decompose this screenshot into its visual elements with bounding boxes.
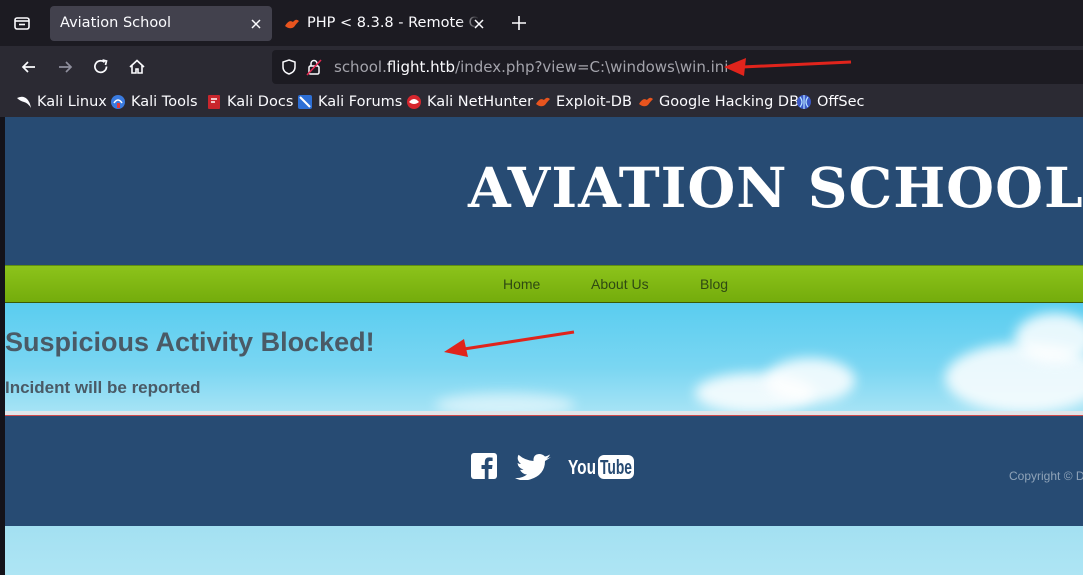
bookmark-label: Kali Linux <box>37 94 107 110</box>
forward-arrow-icon[interactable] <box>55 57 75 77</box>
page-background <box>5 526 1083 575</box>
kali-tools-icon <box>110 94 126 110</box>
home-icon[interactable] <box>127 57 147 77</box>
bookmark-kali-docs[interactable]: Kali Docs <box>206 92 293 112</box>
kali-docs-icon <box>206 94 222 110</box>
shield-icon[interactable] <box>280 58 298 76</box>
bookmark-google-hacking-db[interactable]: Google Hacking DB <box>638 92 799 112</box>
plus-icon[interactable] <box>510 14 528 32</box>
bookmark-exploit-db[interactable]: Exploit-DB <box>535 92 632 112</box>
bookmark-offsec[interactable]: OffSec <box>796 92 865 112</box>
tab-bar: Aviation School PHP < 8.3.8 - Remote Cod… <box>0 0 1083 46</box>
ghdb-icon <box>638 94 654 110</box>
bookmark-label: Exploit-DB <box>556 94 632 110</box>
alert-title: Suspicious Activity Blocked! <box>5 327 375 357</box>
bookmarks-toolbar: Kali Linux Kali Tools Kali Docs Kali For… <box>0 88 1083 117</box>
cloud-decoration <box>765 358 855 403</box>
tab-php-exploit[interactable]: PHP < 8.3.8 - Remote Code <box>276 6 490 41</box>
bookmark-kali-tools[interactable]: Kali Tools <box>110 92 198 112</box>
site-nav: Home About Us Blog <box>5 265 1083 303</box>
cloud-decoration <box>435 393 575 411</box>
bookmark-label: Kali NetHunter <box>427 94 534 110</box>
bookmark-kali-linux[interactable]: Kali Linux <box>16 92 107 112</box>
svg-text:You: You <box>568 457 596 479</box>
bookmark-label: Kali Forums <box>318 94 403 110</box>
site-header: AVIATION SCHOOL <box>5 117 1083 265</box>
twitter-icon[interactable] <box>515 454 553 484</box>
reload-icon[interactable] <box>91 57 111 77</box>
url-bar[interactable]: school.flight.htb/index.php?view=C:\wind… <box>272 50 1083 84</box>
tab-list-icon[interactable] <box>12 13 32 33</box>
site-footer: You Tube Copyright © D <box>5 416 1083 526</box>
bookmark-kali-nethunter[interactable]: Kali NetHunter <box>406 92 533 112</box>
tab-title: PHP < 8.3.8 - Remote Code <box>307 15 479 31</box>
copyright-text: Copyright © D <box>1009 469 1083 483</box>
nethunter-icon <box>406 94 422 110</box>
youtube-icon[interactable]: You Tube <box>568 452 640 486</box>
nav-link-blog[interactable]: Blog <box>700 276 728 292</box>
kali-forums-icon <box>297 94 313 110</box>
url-path: /index.php?view=C:\windows\win.ini <box>455 58 729 76</box>
url-domain: flight.htb <box>386 58 456 76</box>
navigation-toolbar: school.flight.htb/index.php?view=C:\wind… <box>0 46 1083 88</box>
url-subdomain: school. <box>334 58 387 76</box>
offsec-icon <box>796 94 812 110</box>
bookmark-label: Kali Tools <box>131 94 198 110</box>
kali-dragon-icon <box>16 94 32 110</box>
back-arrow-icon[interactable] <box>19 57 39 77</box>
bookmark-label: OffSec <box>817 94 865 110</box>
close-icon[interactable] <box>249 16 263 30</box>
svg-text:Tube: Tube <box>600 457 632 479</box>
close-icon[interactable] <box>472 16 486 30</box>
annotation-arrow-url <box>724 58 852 76</box>
bookmark-label: Kali Docs <box>227 94 294 110</box>
tab-aviation-school[interactable]: Aviation School <box>50 6 272 41</box>
alert-subtitle: Incident will be reported <box>5 378 201 397</box>
exploit-db-icon <box>284 16 300 30</box>
exploit-db-icon <box>535 94 551 110</box>
bookmark-label: Google Hacking DB <box>659 94 800 110</box>
insecure-lock-icon[interactable] <box>306 58 322 76</box>
tab-title: Aviation School <box>60 15 172 31</box>
facebook-icon[interactable] <box>471 453 497 483</box>
nav-link-home[interactable]: Home <box>503 276 540 292</box>
annotation-arrow-alert <box>444 330 575 357</box>
url-text[interactable]: school.flight.htb/index.php?view=C:\wind… <box>334 58 728 76</box>
bookmark-kali-forums[interactable]: Kali Forums <box>297 92 402 112</box>
nav-link-about-us[interactable]: About Us <box>591 276 649 292</box>
site-title: AVIATION SCHOOL <box>468 155 1083 220</box>
